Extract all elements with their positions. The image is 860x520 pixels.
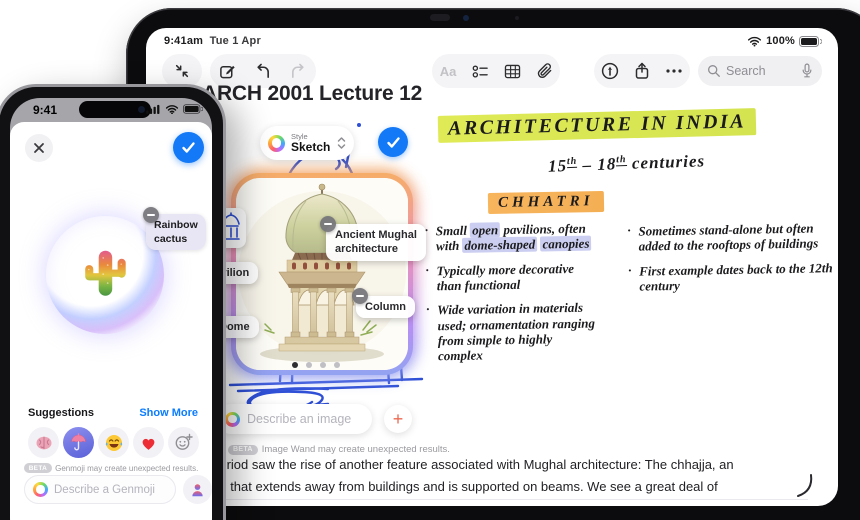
ipad-device: 9:41am Tue 1 Apr 100% Aa Search ARCH 200… xyxy=(126,8,860,520)
beta-badge: BETA xyxy=(228,444,258,455)
label-text: Column xyxy=(365,301,406,313)
label-text: Ancient Mughal xyxy=(335,229,417,241)
chhatri-image xyxy=(236,178,408,370)
image-wand-beta-note: BETA Image Wand may create unexpected re… xyxy=(228,444,450,455)
ipad-screen: 9:41am Tue 1 Apr 100% Aa Search ARCH 200… xyxy=(146,28,838,506)
image-wand-confirm-button[interactable] xyxy=(378,127,408,157)
style-value: Sketch xyxy=(291,140,331,155)
iphone-screen: 9:41 Rainbow cactus Suggestions Show Mor… xyxy=(10,98,212,520)
ipad-camera-icon xyxy=(463,15,469,21)
suggestions-row xyxy=(28,427,199,458)
wifi-icon xyxy=(165,105,179,114)
label-ancient-mughal[interactable]: Ancient Mughal architecture xyxy=(326,224,426,261)
describe-genmoji-placeholder: Describe a Genmoji xyxy=(54,483,155,496)
front-camera-icon xyxy=(138,106,145,113)
stage: 9:41am Tue 1 Apr 100% Aa Search ARCH 200… xyxy=(0,0,860,520)
remove-label-column-button[interactable] xyxy=(352,288,368,304)
heart-icon xyxy=(142,438,155,450)
remove-genmoji-label-button[interactable] xyxy=(143,207,159,223)
beta-text: Image Wand may create unexpected results… xyxy=(261,444,450,455)
describe-image-input[interactable]: Describe an image xyxy=(216,404,372,434)
style-label: Style xyxy=(291,131,308,141)
chevron-up-down-icon xyxy=(337,136,346,150)
rainbow-cactus-genmoji[interactable] xyxy=(78,245,132,305)
label-text: architecture xyxy=(335,243,398,256)
iphone-bezel: 9:41 Rainbow cactus Suggestions Show Mor… xyxy=(0,87,223,520)
laughing-tears-icon xyxy=(105,434,122,451)
iphone-status-icons xyxy=(146,104,203,114)
person-icon xyxy=(192,483,203,496)
ipad-camera-module xyxy=(430,14,450,21)
show-more-link[interactable]: Show More xyxy=(139,407,198,419)
genmoji-sheet: Rainbow cactus Suggestions Show More BET… xyxy=(10,122,212,520)
umbrella-icon xyxy=(71,433,86,451)
close-icon xyxy=(34,143,44,153)
iphone-time: 9:41 xyxy=(33,103,58,117)
apple-intelligence-icon xyxy=(33,482,48,497)
new-genmoji-button[interactable] xyxy=(168,427,199,458)
plus-icon: + xyxy=(392,409,404,429)
apple-intelligence-icon xyxy=(225,411,240,427)
describe-genmoji-input[interactable]: Describe a Genmoji xyxy=(24,475,176,504)
suggestion-heart[interactable] xyxy=(133,427,164,458)
iphone-device: 9:41 Rainbow cactus Suggestions Show Mor… xyxy=(0,84,226,520)
genmoji-close-button[interactable] xyxy=(25,134,53,162)
ipad-sensor-icon xyxy=(515,16,519,20)
image-wand-style-icon xyxy=(268,134,285,152)
battery-icon xyxy=(183,104,203,114)
genmoji-beta-note: BETA Genmoji may create unexpected resul… xyxy=(10,463,212,473)
suggestion-brain[interactable] xyxy=(28,427,59,458)
genmoji-confirm-button[interactable] xyxy=(173,132,204,163)
suggestion-laughing-tears[interactable] xyxy=(98,427,129,458)
image-variant-dots[interactable] xyxy=(292,362,340,368)
brain-icon xyxy=(36,436,51,449)
style-selector[interactable]: Style Sketch xyxy=(260,126,354,160)
remove-label-mughal-button[interactable] xyxy=(320,216,336,232)
add-genmoji-icon xyxy=(175,433,193,450)
dynamic-island xyxy=(79,101,151,118)
beta-badge: BETA xyxy=(23,463,53,473)
cellular-icon xyxy=(146,104,160,114)
beta-text: Genmoji may create unexpected results. xyxy=(55,463,199,473)
genmoji-person-button[interactable] xyxy=(183,475,212,504)
suggestions-title: Suggestions xyxy=(28,407,95,419)
checkmark-icon xyxy=(182,142,195,153)
suggestion-umbrella[interactable] xyxy=(63,427,94,458)
describe-image-placeholder: Describe an image xyxy=(247,412,352,426)
checkmark-icon xyxy=(386,136,400,148)
add-image-button[interactable]: + xyxy=(384,405,412,433)
